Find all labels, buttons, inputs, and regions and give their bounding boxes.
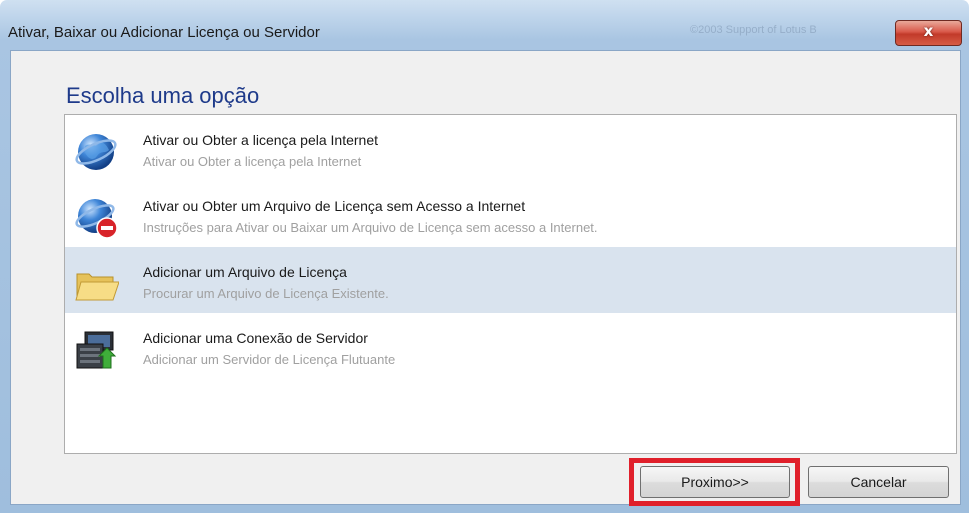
option-title: Ativar ou Obter a licença pela Internet bbox=[143, 132, 379, 148]
option-description: Adicionar um Servidor de Licença Flutuan… bbox=[143, 352, 396, 367]
dialog-window: Ativar, Baixar ou Adicionar Licença ou S… bbox=[0, 0, 969, 513]
option-add-license-file[interactable]: Adicionar um Arquivo de Licença Procurar… bbox=[65, 247, 956, 313]
option-offline-activation[interactable]: Ativar ou Obter um Arquivo de Licença se… bbox=[65, 181, 956, 247]
options-list: Ativar ou Obter a licença pela Internet … bbox=[64, 114, 957, 454]
globe-icon bbox=[75, 130, 119, 174]
option-description: Instruções para Ativar ou Baixar um Arqu… bbox=[143, 220, 598, 235]
next-button[interactable]: Proximo>> bbox=[640, 466, 790, 498]
folder-icon bbox=[75, 262, 120, 306]
option-title: Ativar ou Obter um Arquivo de Licença se… bbox=[143, 198, 526, 214]
background-window-text: ©2003 Support of Lotus B bbox=[690, 24, 817, 36]
title-bar[interactable]: Ativar, Baixar ou Adicionar Licença ou S… bbox=[0, 0, 969, 46]
page-title: Escolha uma opção bbox=[66, 83, 260, 108]
option-description: Ativar ou Obter a licença pela Internet bbox=[143, 154, 362, 169]
option-description: Procurar um Arquivo de Licença Existente… bbox=[143, 286, 389, 301]
option-title: Adicionar uma Conexão de Servidor bbox=[143, 330, 368, 346]
dialog-content: Escolha uma opção Ativar ou Obter a lice… bbox=[10, 50, 961, 506]
close-button[interactable]: x bbox=[895, 20, 962, 46]
option-add-server-connection[interactable]: Adicionar uma Conexão de Servidor Adicio… bbox=[65, 313, 956, 379]
globe-no-entry-icon bbox=[75, 196, 119, 240]
window-title: Ativar, Baixar ou Adicionar Licença ou S… bbox=[8, 24, 320, 41]
cancel-button[interactable]: Cancelar bbox=[808, 466, 949, 498]
option-title: Adicionar um Arquivo de Licença bbox=[143, 264, 347, 280]
server-connection-icon bbox=[75, 328, 119, 372]
option-internet-activation[interactable]: Ativar ou Obter a licença pela Internet … bbox=[65, 115, 956, 181]
close-icon: x bbox=[923, 22, 934, 40]
